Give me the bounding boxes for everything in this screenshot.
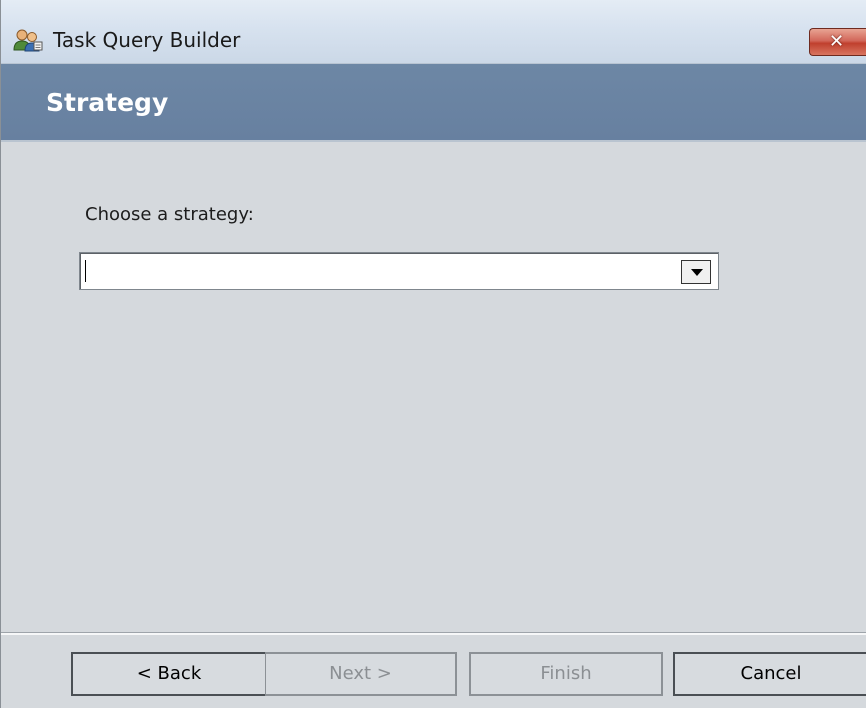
strategy-combobox[interactable] <box>79 252 719 290</box>
strategy-prompt-label: Choose a strategy: <box>85 204 254 225</box>
users-icon <box>13 29 43 52</box>
finish-button[interactable]: Finish <box>469 652 663 696</box>
task-query-builder-window: Task Query Builder ✕ Strategy Choose a s… <box>0 0 866 708</box>
text-caret <box>85 260 86 282</box>
page-title: Strategy <box>46 88 169 117</box>
cancel-button[interactable]: Cancel <box>673 652 866 696</box>
back-button[interactable]: < Back <box>71 652 267 696</box>
dropdown-button[interactable] <box>681 260 711 284</box>
strategy-combobox-value[interactable] <box>85 259 645 283</box>
footer-divider <box>1 632 866 635</box>
next-button[interactable]: Next > <box>265 652 457 696</box>
chevron-down-icon <box>691 269 703 276</box>
close-icon: ✕ <box>829 31 845 52</box>
wizard-header: Strategy <box>1 64 866 142</box>
title-bar[interactable]: Task Query Builder ✕ <box>1 0 866 64</box>
close-button[interactable]: ✕ <box>809 28 866 56</box>
window-title: Task Query Builder <box>53 28 241 52</box>
